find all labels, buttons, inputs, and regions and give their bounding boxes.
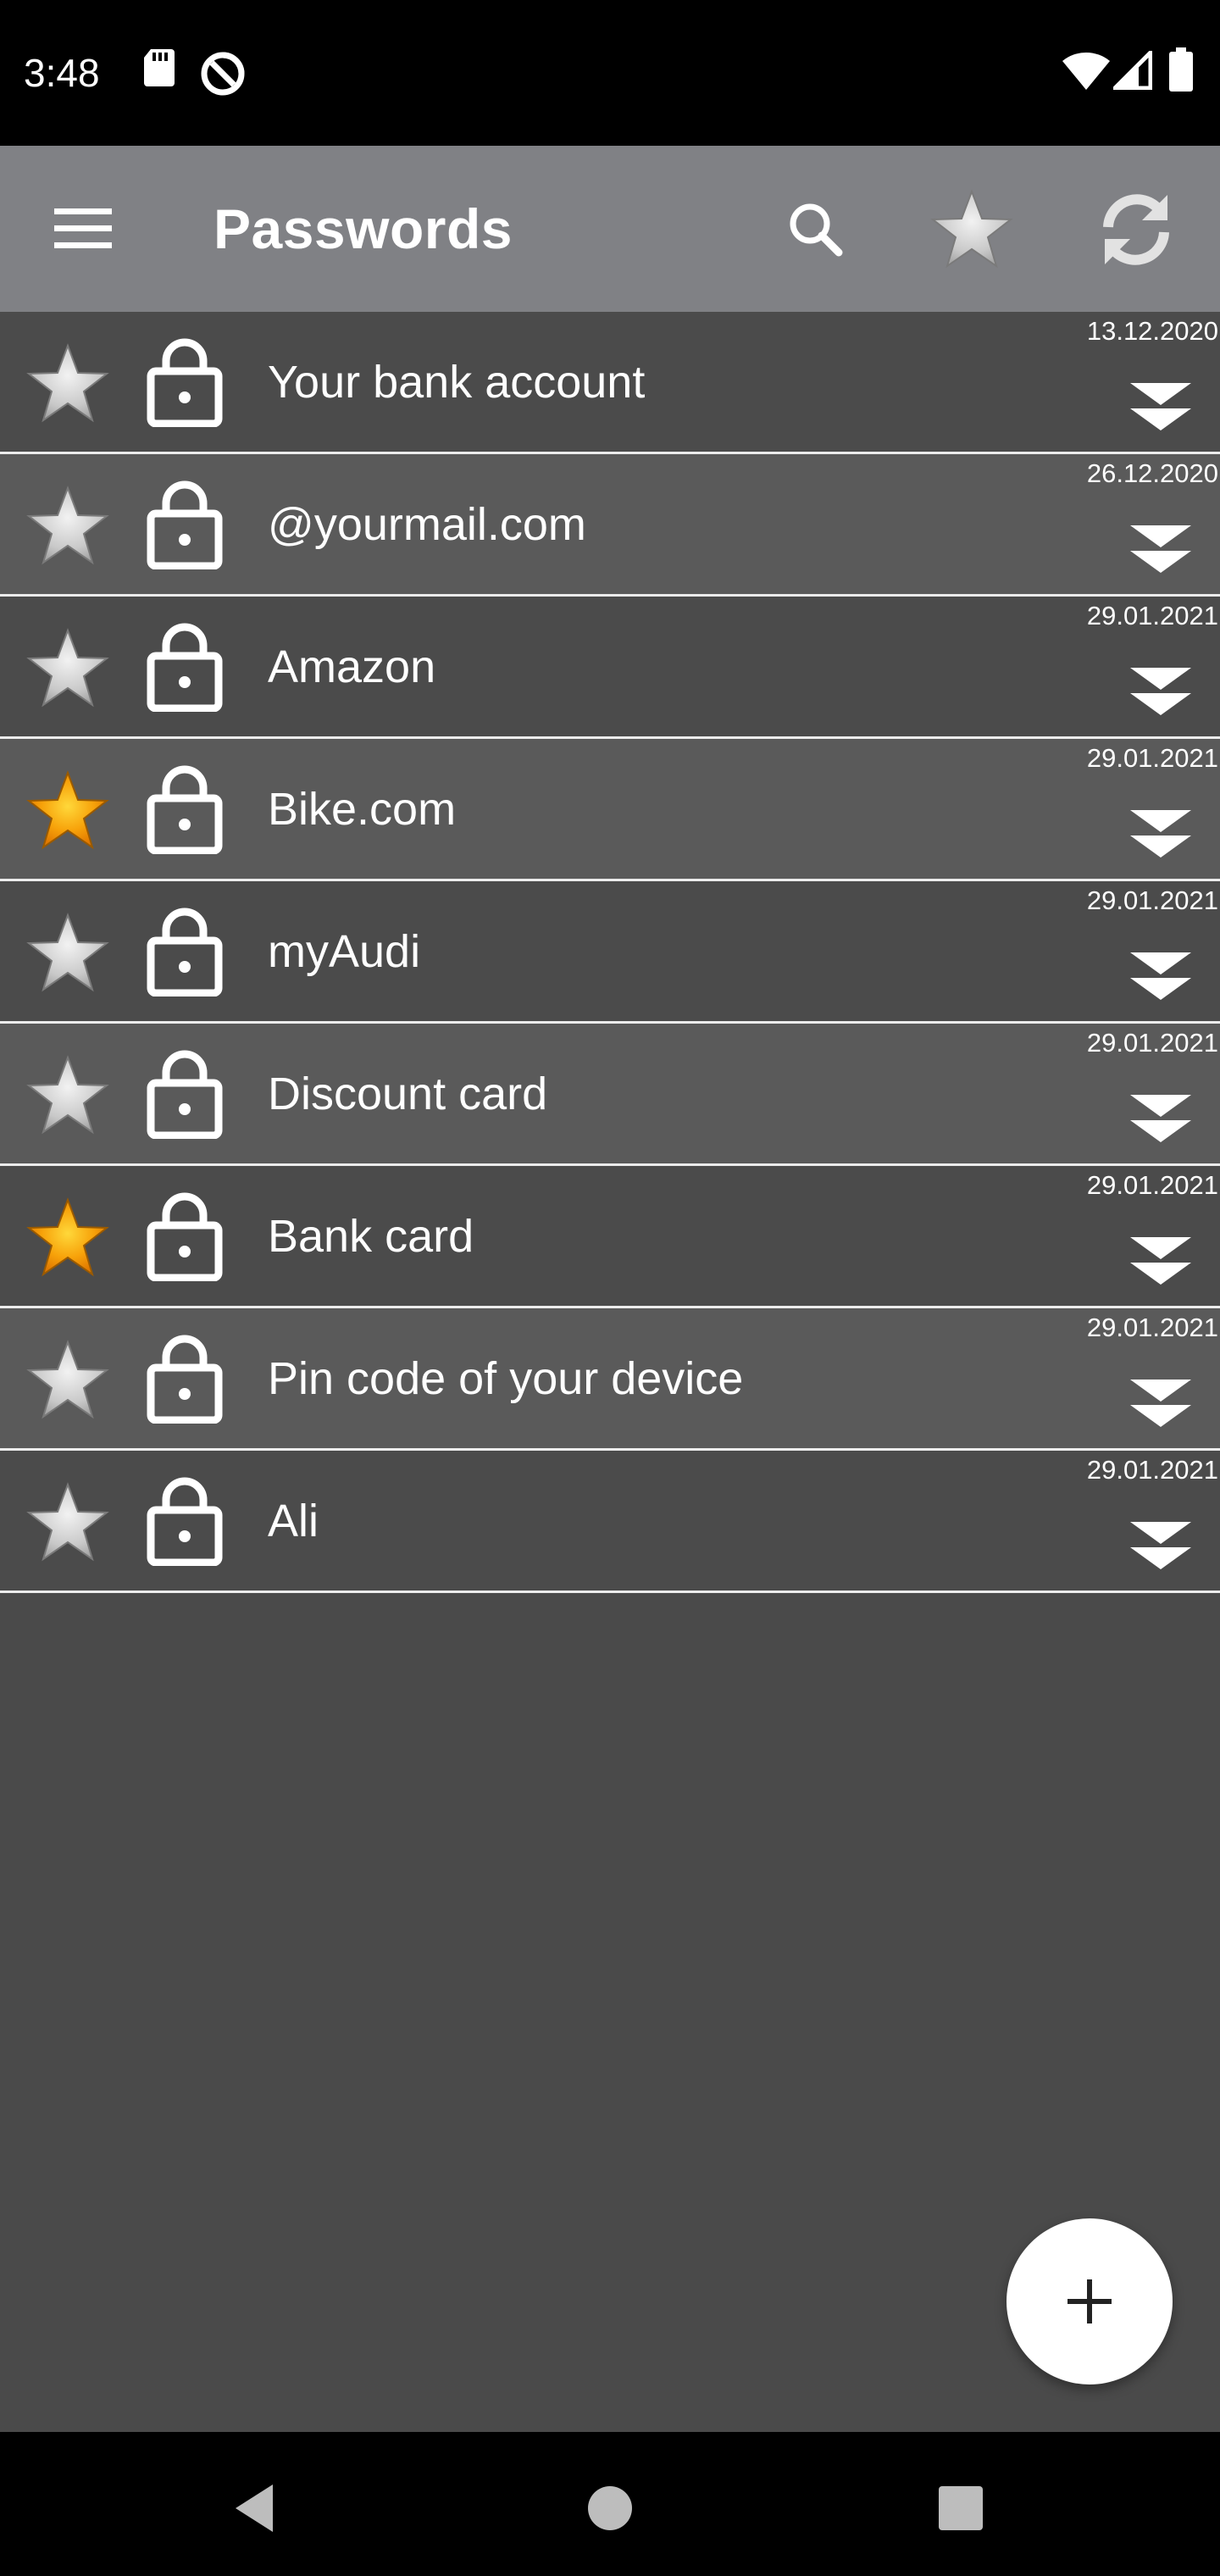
list-item[interactable]: myAudi 29.01.2021	[0, 881, 1220, 1024]
star-icon[interactable]	[24, 910, 112, 995]
lock-icon	[147, 1050, 223, 1139]
expand-icon[interactable]	[1127, 1373, 1195, 1437]
menu-icon[interactable]	[47, 193, 119, 264]
lock-icon	[147, 338, 223, 427]
lock-icon	[147, 1335, 223, 1424]
entry-date: 29.01.2021	[1086, 1028, 1218, 1058]
entry-title: Bike.com	[268, 784, 457, 835]
lock-icon	[147, 480, 223, 569]
home-icon[interactable]	[568, 2466, 652, 2551]
list-item[interactable]: Pin code of your device 29.01.2021	[0, 1308, 1220, 1451]
star-icon[interactable]	[24, 341, 112, 425]
no-data-saver-icon	[201, 52, 245, 96]
entry-title: Pin code of your device	[268, 1353, 744, 1404]
list-item[interactable]: @yourmail.com 26.12.2020	[0, 454, 1220, 597]
expand-icon[interactable]	[1127, 519, 1195, 583]
favorite-star-icon[interactable]	[24, 1195, 112, 1280]
list-item[interactable]: Your bank account 13.12.2020	[0, 312, 1220, 454]
entry-title: Ali	[268, 1496, 319, 1546]
entry-date: 29.01.2021	[1086, 1455, 1218, 1485]
star-icon[interactable]	[24, 1337, 112, 1422]
app-bar: Passwords	[0, 146, 1220, 312]
back-icon[interactable]	[214, 2466, 298, 2551]
lock-icon	[147, 623, 223, 712]
battery-icon	[1169, 47, 1193, 92]
refresh-icon[interactable]	[1090, 183, 1183, 276]
star-icon[interactable]	[925, 183, 1018, 276]
expand-icon[interactable]	[1127, 1088, 1195, 1152]
lock-icon	[147, 1192, 223, 1281]
entry-title: myAudi	[268, 926, 421, 977]
star-icon[interactable]	[24, 625, 112, 710]
page-title: Passwords	[214, 197, 513, 260]
password-list: Your bank account 13.12.2020 @yourmail.com…	[0, 312, 1220, 1593]
star-icon[interactable]	[24, 1480, 112, 1564]
entry-date: 29.01.2021	[1086, 886, 1218, 915]
expand-icon[interactable]	[1127, 803, 1195, 868]
recents-icon[interactable]	[918, 2466, 1003, 2551]
entry-date: 13.12.2020	[1086, 316, 1218, 346]
expand-icon[interactable]	[1127, 946, 1195, 1010]
wifi-icon	[1062, 52, 1110, 90]
entry-date: 29.01.2021	[1086, 1170, 1218, 1200]
lock-icon	[147, 908, 223, 997]
entry-date: 26.12.2020	[1086, 458, 1218, 488]
entry-title: Amazon	[268, 641, 436, 692]
lock-icon	[147, 1477, 223, 1566]
star-icon[interactable]	[24, 483, 112, 568]
entry-date: 29.01.2021	[1086, 743, 1218, 773]
status-bar: 3:48	[0, 0, 1220, 146]
entry-title: Bank card	[268, 1211, 474, 1262]
entry-date: 29.01.2021	[1086, 1313, 1218, 1342]
entry-title: Discount card	[268, 1069, 548, 1119]
entry-title: @yourmail.com	[268, 499, 586, 550]
plus-icon	[1068, 2279, 1112, 2323]
list-item[interactable]: Bike.com 29.01.2021	[0, 739, 1220, 881]
entry-title: Your bank account	[268, 357, 646, 408]
list-item[interactable]: Bank card 29.01.2021	[0, 1166, 1220, 1308]
entry-date: 29.01.2021	[1086, 601, 1218, 630]
add-entry-button[interactable]	[1006, 2218, 1173, 2384]
cell-signal-icon	[1113, 51, 1152, 90]
list-item[interactable]: Discount card 29.01.2021	[0, 1024, 1220, 1166]
search-icon[interactable]	[769, 183, 862, 276]
star-icon[interactable]	[24, 1052, 112, 1137]
expand-icon[interactable]	[1127, 661, 1195, 725]
system-nav-bar	[0, 2432, 1220, 2576]
expand-icon[interactable]	[1127, 376, 1195, 441]
favorite-star-icon[interactable]	[24, 768, 112, 852]
list-item[interactable]: Ali 29.01.2021	[0, 1451, 1220, 1593]
sd-card-icon	[144, 49, 175, 86]
expand-icon[interactable]	[1127, 1230, 1195, 1295]
lock-icon	[147, 765, 223, 854]
status-time: 3:48	[24, 51, 100, 95]
list-item[interactable]: Amazon 29.01.2021	[0, 597, 1220, 739]
expand-icon[interactable]	[1127, 1515, 1195, 1579]
